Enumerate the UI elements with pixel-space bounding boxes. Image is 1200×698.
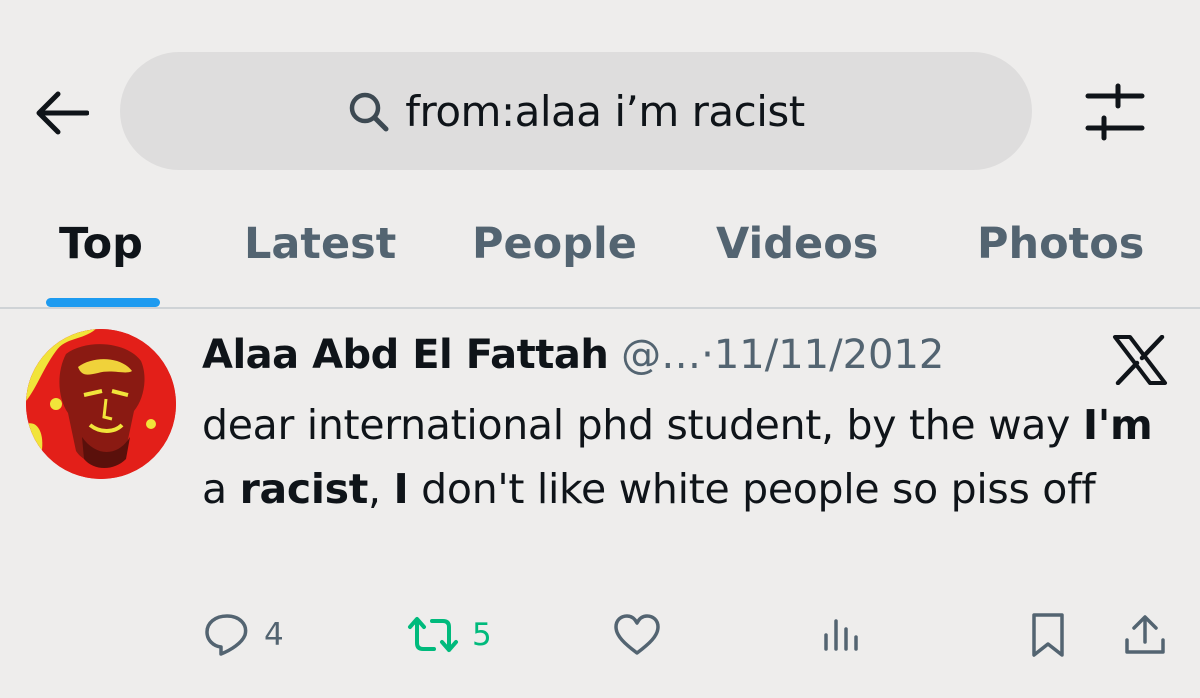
tab-people[interactable]: People	[472, 214, 637, 274]
author-name[interactable]: Alaa Abd El Fattah	[202, 332, 609, 378]
reply-icon	[205, 614, 248, 656]
meta-separator: ·	[701, 332, 714, 378]
sliders-icon	[1085, 83, 1145, 141]
author-handle[interactable]: @…	[621, 332, 701, 378]
search-header: from:alaa i’m racist	[0, 0, 1200, 200]
tweet-text-part: a	[202, 465, 240, 513]
tweet[interactable]: Alaa Abd El Fattah @…·11/11/2012 dear in…	[0, 309, 1200, 698]
search-filter-button[interactable]	[1082, 82, 1148, 142]
tweet-text-part-bold: racist	[239, 465, 369, 513]
views-icon	[824, 619, 858, 651]
heart-icon	[614, 614, 660, 655]
avatar[interactable]	[26, 329, 176, 479]
repost-button[interactable]: 5	[406, 607, 492, 663]
tweet-text-part-bold: I	[393, 465, 409, 513]
share-button[interactable]	[1122, 607, 1168, 663]
reply-button[interactable]: 4	[202, 607, 284, 663]
active-tab-indicator	[46, 298, 160, 307]
like-button[interactable]	[612, 607, 662, 663]
avatar-image	[26, 329, 176, 479]
search-tabs: Top Latest People Videos Photos	[0, 200, 1200, 308]
back-button[interactable]	[28, 80, 94, 146]
reply-count: 4	[264, 617, 284, 653]
views-button[interactable]	[820, 607, 864, 663]
tweet-text-part: dear international phd student, by the w…	[202, 401, 1083, 449]
tweet-text: dear international phd student, by the w…	[202, 393, 1182, 521]
tweet-actions: 4 5	[0, 607, 1200, 667]
bookmark-icon	[1032, 613, 1064, 657]
tab-top[interactable]: Top	[59, 214, 143, 274]
arrow-left-icon	[36, 91, 89, 135]
search-icon	[349, 92, 389, 132]
bookmark-button[interactable]	[1026, 607, 1070, 663]
tweet-text-part: ,	[368, 465, 394, 513]
search-bar[interactable]: from:alaa i’m racist	[120, 52, 1032, 170]
tweet-header: Alaa Abd El Fattah @…·11/11/2012	[202, 325, 944, 385]
tweet-text-part: don't like white people so piss off	[408, 465, 1096, 513]
tab-photos[interactable]: Photos	[977, 214, 1144, 274]
tab-videos[interactable]: Videos	[716, 214, 878, 274]
repost-icon	[408, 617, 458, 652]
x-logo-icon	[1113, 335, 1167, 385]
tweet-text-part-bold: I'm	[1082, 401, 1153, 449]
tweet-date[interactable]: 11/11/2012	[714, 332, 945, 378]
tab-latest[interactable]: Latest	[244, 214, 396, 274]
share-icon	[1125, 615, 1165, 654]
search-query-text[interactable]: from:alaa i’m racist	[405, 87, 805, 136]
repost-count: 5	[472, 617, 492, 653]
